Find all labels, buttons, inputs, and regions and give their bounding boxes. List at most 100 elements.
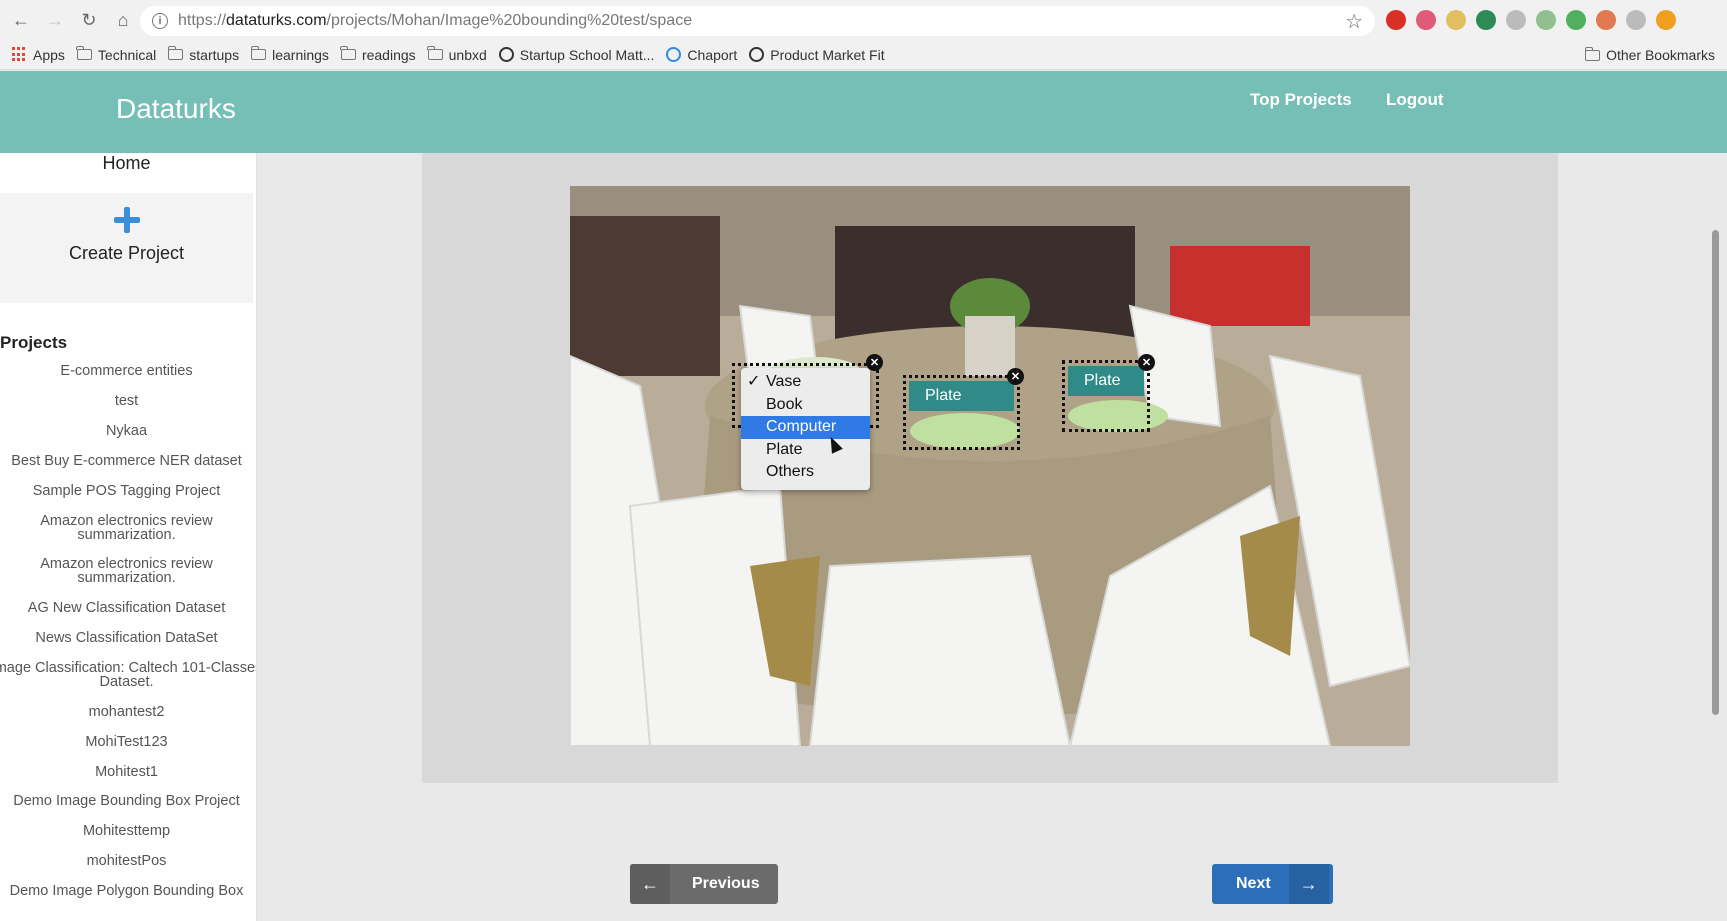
label-dropdown[interactable]: ✓ Vase Book Computer Plate Others	[741, 368, 870, 490]
previous-label: Previous	[692, 875, 760, 892]
extension-icon[interactable]	[1446, 10, 1466, 30]
bookmark-product-market-fit[interactable]: Product Market Fit	[749, 46, 885, 63]
dropdown-option-plate[interactable]: Plate	[741, 439, 870, 462]
extension-icon[interactable]	[1506, 10, 1526, 30]
close-icon[interactable]: ✕	[1138, 354, 1155, 371]
dropdown-option-book[interactable]: Book	[741, 394, 870, 417]
bookmark-label: Startup School Matt...	[519, 46, 655, 63]
extension-icon[interactable]	[1476, 10, 1496, 30]
folder-icon	[76, 46, 92, 60]
back-icon[interactable]: ←	[8, 7, 34, 33]
scrollbar[interactable]	[1712, 230, 1719, 715]
project-item[interactable]: mohitestPos	[0, 854, 253, 869]
create-project-label: Create Project	[68, 243, 185, 263]
bookmark-label: Other Bookmarks	[1606, 47, 1715, 63]
apps-icon	[12, 47, 27, 62]
bookmark-technical[interactable]: Technical	[76, 46, 156, 63]
dropdown-option-computer[interactable]: Computer	[741, 416, 870, 439]
bookmark-readings[interactable]: readings	[340, 46, 416, 63]
bookmark-label: unbxd	[448, 46, 487, 63]
option-label: Computer	[766, 418, 837, 436]
url-host: dataturks.com	[226, 12, 327, 29]
brand-logo[interactable]: Dataturks	[116, 93, 236, 125]
option-label: Book	[766, 395, 803, 413]
option-label: Vase	[766, 373, 802, 390]
box-label[interactable]: Plate	[909, 381, 1014, 411]
bookmark-label: startups	[189, 46, 240, 63]
bookmark-label: Chaport	[687, 46, 738, 63]
home-icon[interactable]: ⌂	[110, 7, 136, 33]
folder-icon	[250, 46, 267, 60]
project-item[interactable]: Amazon electronics review summarization.	[0, 514, 253, 543]
bookmark-chaport[interactable]: Chaport	[666, 47, 737, 63]
dropdown-option-vase[interactable]: ✓ Vase	[741, 371, 870, 394]
plus-icon	[113, 207, 140, 233]
project-item[interactable]: News Classification DataSet	[0, 631, 253, 646]
project-item[interactable]: Demo Image Bounding Box Project	[0, 794, 253, 809]
extension-icon[interactable]	[1656, 10, 1676, 30]
project-item[interactable]: MohiTest123	[0, 735, 253, 750]
annotation-image[interactable]	[570, 186, 1410, 746]
project-item[interactable]: Image Classification: Caltech 101-Classe…	[0, 661, 256, 690]
dropdown-option-others[interactable]: Others	[741, 461, 870, 484]
close-icon[interactable]: ✕	[1007, 368, 1024, 385]
project-item[interactable]: AG New Classification Dataset	[0, 601, 253, 616]
extension-icon[interactable]	[1626, 10, 1646, 30]
create-project-button[interactable]: Create Project	[0, 193, 253, 303]
bookmark-label: Product Market Fit	[770, 46, 885, 63]
info-icon[interactable]: i	[152, 13, 168, 29]
project-item[interactable]: Demo Image Polygon Bounding Box	[0, 884, 253, 899]
home-link[interactable]: Home	[0, 153, 253, 193]
box-label[interactable]: Plate	[1068, 366, 1144, 396]
bookmark-label: Apps	[33, 46, 65, 63]
forward-icon[interactable]: →	[42, 7, 68, 33]
bookmark-learnings[interactable]: learnings	[250, 46, 329, 63]
profile-icon	[749, 47, 765, 62]
project-item[interactable]: Amazon electronics review summarization.	[0, 557, 253, 586]
projects-heading: Projects	[0, 333, 68, 352]
power-icon	[498, 47, 514, 62]
bookmark-startups[interactable]: startups	[167, 46, 240, 63]
extension-icon[interactable]	[1386, 10, 1406, 30]
extension-icon[interactable]	[1536, 10, 1556, 30]
project-item[interactable]: Nykaa	[0, 424, 253, 439]
bookmarks-bar: Apps Technical startups learnings readin…	[0, 40, 1727, 70]
extension-icon[interactable]	[1416, 10, 1436, 30]
address-bar[interactable]: i https://dataturks.com/projects/Mohan/I…	[140, 6, 1375, 36]
next-button[interactable]: Next →	[1212, 864, 1333, 904]
project-item[interactable]: Mohitesttemp	[0, 824, 253, 839]
project-item[interactable]: Best Buy E-commerce NER dataset	[0, 454, 253, 469]
previous-button[interactable]: ← Previous	[630, 864, 778, 904]
browser-toolbar: ← → ↻ ⌂ i https://dataturks.com/projects…	[0, 0, 1727, 40]
bounding-box-3[interactable]: Plate	[1062, 360, 1150, 432]
folder-icon	[427, 46, 443, 60]
app-header: Dataturks Top Projects Logout	[0, 71, 1727, 153]
bookmark-other[interactable]: Other Bookmarks	[1584, 40, 1715, 70]
extension-icon[interactable]	[1596, 10, 1616, 30]
option-label: Plate	[766, 440, 803, 458]
extension-icon[interactable]	[1566, 10, 1586, 30]
arrow-right-icon: →	[1288, 864, 1329, 904]
bookmark-star-icon[interactable]: ☆	[1345, 9, 1363, 34]
logout-link[interactable]: Logout	[1386, 90, 1444, 110]
bookmark-unbxd[interactable]: unbxd	[427, 46, 487, 63]
checkmark-icon: ✓	[747, 373, 761, 390]
bounding-box-2[interactable]: Plate	[903, 375, 1020, 450]
option-label: Others	[766, 463, 815, 481]
chaport-icon	[666, 47, 682, 62]
reload-icon[interactable]: ↻	[76, 7, 102, 33]
folder-icon	[167, 46, 184, 60]
project-item[interactable]: mohantest2	[0, 705, 253, 720]
bookmark-label: readings	[361, 46, 416, 63]
project-item[interactable]: Sample POS Tagging Project	[0, 484, 253, 499]
bookmark-label: learnings	[272, 46, 329, 63]
folder-icon	[340, 46, 356, 60]
project-item[interactable]: test	[0, 394, 253, 409]
project-item[interactable]: E-commerce entities	[0, 364, 253, 379]
sidebar: Home Create Project Projects E-commerce …	[0, 153, 257, 921]
bookmark-apps[interactable]: Apps	[12, 47, 65, 63]
table-scene-image	[570, 186, 1410, 746]
project-item[interactable]: Mohitest1	[0, 765, 253, 780]
top-projects-link[interactable]: Top Projects	[1250, 90, 1352, 110]
bookmark-startup-school[interactable]: Startup School Matt...	[498, 46, 655, 63]
